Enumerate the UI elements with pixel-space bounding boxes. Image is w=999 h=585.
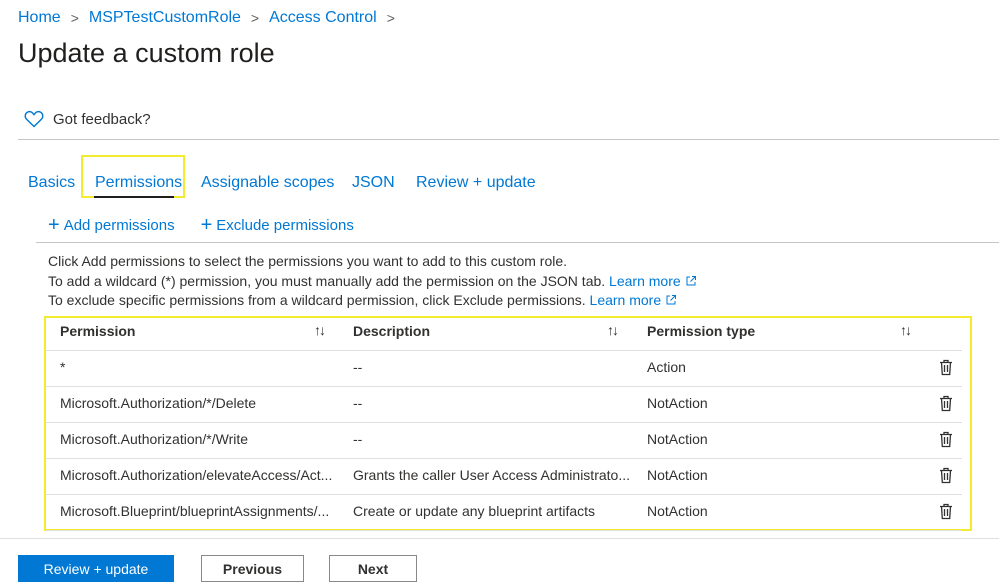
exclude-permissions-label: Exclude permissions <box>216 216 354 234</box>
delete-icon[interactable] <box>939 467 953 484</box>
tab-review-update[interactable]: Review + update <box>416 155 536 199</box>
permissions-table: Permission ↑↓ Description ↑↓ Permission … <box>44 316 972 531</box>
delete-icon[interactable] <box>939 395 953 412</box>
info-line-3-text: To exclude specific permissions from a w… <box>48 292 586 308</box>
cell-permission: Microsoft.Authorization/elevateAccess/Ac… <box>60 467 333 483</box>
cell-permission-type: Action <box>647 359 686 375</box>
tab-assignable-scopes[interactable]: Assignable scopes <box>201 155 334 199</box>
next-button[interactable]: Next <box>329 555 417 582</box>
add-permissions-label: Add permissions <box>63 216 175 234</box>
info-line-3: To exclude specific permissions from a w… <box>48 291 697 311</box>
add-permissions-button[interactable]: + Add permissions <box>48 215 175 235</box>
footer-divider <box>0 538 999 539</box>
external-link-icon <box>686 275 696 285</box>
cell-permission: Microsoft.Blueprint/blueprintAssignments… <box>60 503 330 519</box>
breadcrumb-separator: > <box>70 10 79 26</box>
breadcrumb-separator: > <box>250 10 260 26</box>
delete-icon[interactable] <box>939 359 953 376</box>
table-row[interactable]: Microsoft.Authorization/*/Delete -- NotA… <box>46 387 962 423</box>
breadcrumb-role[interactable]: MSPTestCustomRole <box>89 9 241 27</box>
feedback-button[interactable]: Got feedback? <box>24 110 151 128</box>
cell-permission-type: NotAction <box>647 431 708 447</box>
cell-description: Grants the caller User Access Administra… <box>353 467 630 483</box>
learn-more-label: Learn more <box>589 292 662 308</box>
table-row[interactable]: Microsoft.Authorization/*/Write -- NotAc… <box>46 423 962 459</box>
plus-icon: + <box>200 214 213 236</box>
cell-permission-type: NotAction <box>647 395 708 411</box>
info-line-2-text: To add a wildcard (*) permission, you mu… <box>48 272 606 289</box>
breadcrumb: Home > MSPTestCustomRole > Access Contro… <box>18 9 405 27</box>
breadcrumb-home[interactable]: Home <box>18 9 61 27</box>
sort-icon[interactable]: ↑↓ <box>314 322 326 338</box>
sort-icon[interactable]: ↑↓ <box>607 322 619 338</box>
cell-permission: Microsoft.Authorization/*/Write <box>60 431 249 447</box>
exclude-permissions-button[interactable]: + Exclude permissions <box>201 215 354 235</box>
table-header: Permission ↑↓ Description ↑↓ Permission … <box>46 318 962 351</box>
delete-icon[interactable] <box>939 503 953 520</box>
breadcrumb-separator: > <box>386 10 395 26</box>
cell-permission-type: NotAction <box>647 503 708 519</box>
column-header-permission-type[interactable]: Permission type <box>647 318 755 350</box>
column-header-description[interactable]: Description <box>353 318 430 350</box>
info-line-1: Click Add permissions to select the perm… <box>48 253 568 269</box>
cell-description: -- <box>353 395 363 411</box>
permissions-toolbar: + Add permissions + Exclude permissions <box>48 215 380 235</box>
cell-permission: Microsoft.Authorization/*/Delete <box>60 395 257 411</box>
table-row[interactable]: Microsoft.Blueprint/blueprintAssignments… <box>46 495 962 531</box>
sort-icon[interactable]: ↑↓ <box>900 322 912 338</box>
heart-icon <box>24 110 44 128</box>
info-line-2: To add a wildcard (*) permission, you mu… <box>48 272 697 292</box>
learn-more-json-link[interactable]: Learn more <box>609 273 697 289</box>
tab-permissions[interactable]: Permissions <box>95 155 182 199</box>
page-title: Update a custom role <box>18 38 275 68</box>
cell-description: -- <box>353 431 363 447</box>
cell-description: Create or update any blueprint artifacts <box>353 503 596 519</box>
learn-more-label: Learn more <box>609 272 681 289</box>
delete-icon[interactable] <box>939 431 953 448</box>
cell-description: -- <box>353 359 363 375</box>
learn-more-exclude-link[interactable]: Learn more <box>590 292 678 308</box>
tab-basics[interactable]: Basics <box>28 155 75 199</box>
external-link-icon <box>666 295 677 305</box>
breadcrumb-access-control[interactable]: Access Control <box>269 9 377 27</box>
cell-permission: * <box>60 359 66 375</box>
review-update-button[interactable]: Review + update <box>18 555 174 582</box>
table-row[interactable]: Microsoft.Authorization/elevateAccess/Ac… <box>46 459 962 495</box>
permissions-info: Click Add permissions to select the perm… <box>48 252 697 311</box>
tab-json[interactable]: JSON <box>352 155 395 199</box>
previous-button[interactable]: Previous <box>201 555 304 582</box>
plus-icon: + <box>48 214 60 236</box>
table-row[interactable]: * -- Action <box>46 351 962 387</box>
feedback-divider <box>18 139 999 140</box>
toolbar-divider <box>36 242 999 243</box>
cell-permission-type: NotAction <box>647 467 708 483</box>
column-header-permission[interactable]: Permission <box>60 318 135 350</box>
feedback-label: Got feedback? <box>53 110 151 128</box>
active-tab-underline <box>94 196 174 198</box>
